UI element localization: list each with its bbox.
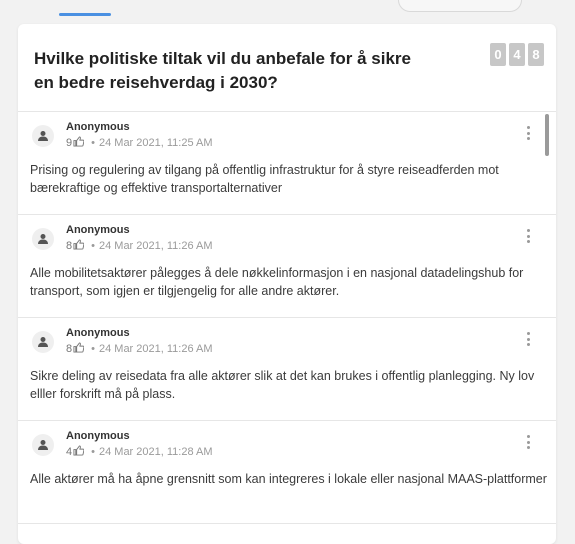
response-text: Prising og regulering av tilgang på offe… [30, 163, 499, 195]
response-meta: 8 • 24 Mar 2021, 11:26 AM [66, 239, 213, 253]
author-name: Anonymous [66, 430, 130, 442]
question-card: Hvilke politiske tiltak vil du anbefale … [18, 24, 556, 544]
person-icon [32, 228, 54, 250]
author-name: Anonymous [66, 327, 130, 339]
person-icon [32, 434, 54, 456]
more-vertical-icon[interactable] [526, 126, 530, 140]
response-item: Anonymous 9 • 24 Mar 2021, 11:25 AM Pris… [18, 112, 556, 215]
person-icon [32, 125, 54, 147]
question-title: Hvilke politiske tiltak vil du anbefale … [34, 49, 411, 92]
like-count: 8 [66, 343, 73, 355]
response-text: Alle mobilitetsaktører pålegges å dele n… [30, 266, 524, 298]
like-count: 9 [66, 137, 73, 149]
thumb-up-icon[interactable] [73, 239, 85, 253]
counter-digit: 0 [490, 43, 506, 66]
thumb-up-icon[interactable] [73, 136, 85, 150]
question-header: Hvilke politiske tiltak vil du anbefale … [18, 24, 556, 112]
response-date: 24 Mar 2021, 11:28 AM [98, 446, 213, 458]
counter-digit: 4 [509, 43, 525, 66]
like-count: 4 [66, 446, 73, 458]
more-vertical-icon[interactable] [526, 229, 530, 243]
response-item: Anonymous 8 • 24 Mar 2021, 11:26 AM Alle… [18, 215, 556, 318]
thumb-up-icon[interactable] [73, 445, 85, 459]
like-count: 8 [66, 240, 73, 252]
response-item: Anonymous 8 • 24 Mar 2021, 11:26 AM Sikr… [18, 318, 556, 421]
more-vertical-icon[interactable] [526, 435, 530, 449]
response-counter: 0 4 8 [490, 43, 544, 66]
active-tab-indicator [59, 13, 111, 16]
response-item: Anonymous 4 • 24 Mar 2021, 11:28 AM Alle… [18, 421, 556, 524]
scrollbar-thumb[interactable] [545, 114, 549, 156]
response-meta: 9 • 24 Mar 2021, 11:25 AM [66, 136, 213, 150]
response-text: Sikre deling av reisedata fra alle aktør… [30, 369, 535, 401]
response-date: 24 Mar 2021, 11:26 AM [98, 343, 213, 355]
response-list: Anonymous 9 • 24 Mar 2021, 11:25 AM Pris… [18, 112, 556, 524]
response-date: 24 Mar 2021, 11:25 AM [98, 137, 213, 149]
more-vertical-icon[interactable] [526, 332, 530, 346]
author-name: Anonymous [66, 121, 130, 133]
top-button[interactable] [398, 0, 522, 12]
author-name: Anonymous [66, 224, 130, 236]
response-meta: 4 • 24 Mar 2021, 11:28 AM [66, 445, 213, 459]
response-date: 24 Mar 2021, 11:26 AM [98, 240, 213, 252]
person-icon [32, 331, 54, 353]
response-text: Alle aktører må ha åpne grensnitt som ka… [30, 472, 547, 486]
thumb-up-icon[interactable] [73, 342, 85, 356]
response-meta: 8 • 24 Mar 2021, 11:26 AM [66, 342, 213, 356]
counter-digit: 8 [528, 43, 544, 66]
